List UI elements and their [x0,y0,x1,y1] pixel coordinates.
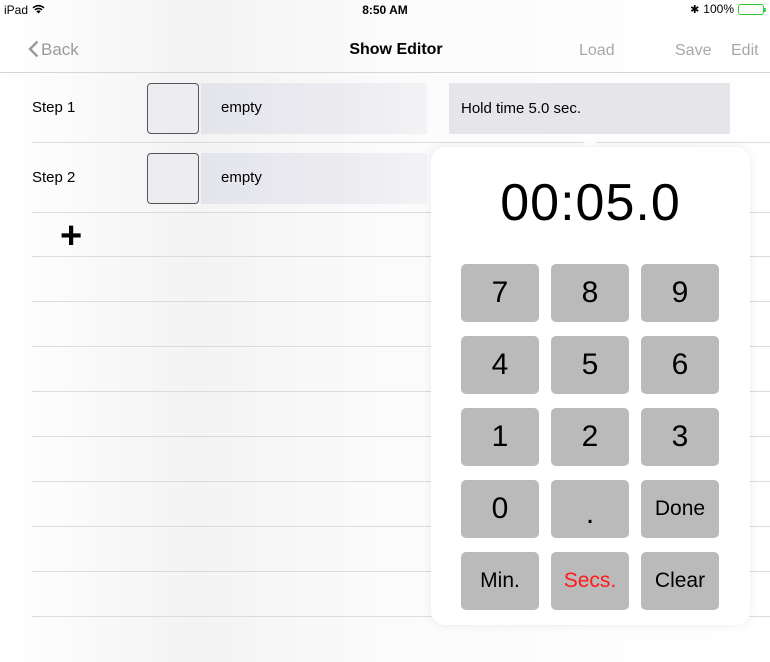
key-9[interactable]: 9 [641,264,719,322]
add-step-button[interactable]: + [60,216,82,256]
step-content-slot[interactable]: empty [201,83,427,134]
minutes-button[interactable]: Min. [461,552,539,610]
key-8[interactable]: 8 [551,264,629,322]
save-button[interactable]: Save [675,42,711,60]
seconds-button[interactable]: Secs. [551,552,629,610]
navigation-bar: Back Show Editor Load Save Edit [0,18,770,73]
key-0[interactable]: 0 [461,480,539,538]
done-button[interactable]: Done [641,480,719,538]
page-title: Show Editor [349,41,443,58]
step-content-label: empty [221,169,262,186]
step-color-swatch[interactable] [147,83,199,134]
status-time: 8:50 AM [362,3,408,17]
step-row[interactable]: Step 1 empty Hold time 5.0 sec. [32,72,770,143]
time-display: 00:05.0 [500,174,681,232]
bluetooth-icon: ✱ [690,3,700,16]
app-screen: iPad 8:50 AM ✱ 100% Back Show Editor Loa [0,0,770,662]
key-6[interactable]: 6 [641,336,719,394]
key-7[interactable]: 7 [461,264,539,322]
key-5[interactable]: 5 [551,336,629,394]
battery-percent: 100% [703,2,734,16]
step-color-swatch[interactable] [147,153,199,204]
popover-arrow [578,137,602,147]
hold-time-label: Hold time 5.0 sec. [461,100,582,117]
key-1[interactable]: 1 [461,408,539,466]
key-4[interactable]: 4 [461,336,539,394]
key-2[interactable]: 2 [551,408,629,466]
battery-icon [738,3,766,15]
time-picker-popover: 00:05.0 7 8 9 4 5 6 1 2 3 0 . Done Min. … [431,147,750,625]
clear-button[interactable]: Clear [641,552,719,610]
status-bar: iPad 8:50 AM ✱ 100% [0,0,770,18]
key-3[interactable]: 3 [641,408,719,466]
edit-button[interactable]: Edit [731,42,759,60]
hold-time-button[interactable]: Hold time 5.0 sec. [449,83,730,134]
load-button[interactable]: Load [579,42,615,60]
step-content-label: empty [221,99,262,116]
key-decimal[interactable]: . [551,480,629,538]
step-label: Step 1 [32,99,76,116]
step-content-slot[interactable]: empty [201,153,427,204]
step-label: Step 2 [32,169,76,186]
